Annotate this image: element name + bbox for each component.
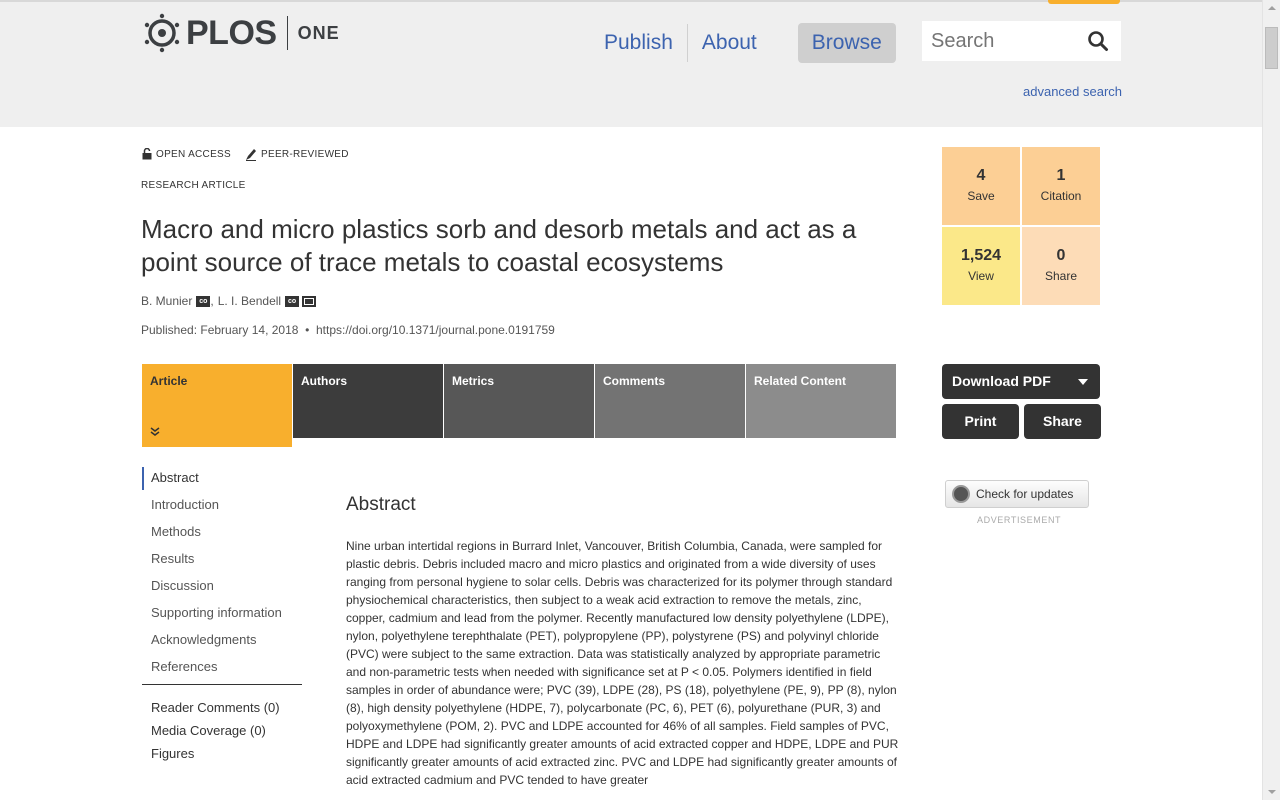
section-nav-acknowledgments[interactable]: Acknowledgments	[142, 629, 302, 656]
author-list: B. Munier co , L. I. Bendell co	[141, 294, 317, 308]
tab-comments[interactable]: Comments	[595, 364, 745, 438]
search-input[interactable]	[922, 21, 1081, 61]
peer-reviewed-label: PEER-REVIEWED	[261, 148, 349, 160]
email-icon[interactable]	[302, 295, 317, 307]
section-nav: Abstract Introduction Methods Results Di…	[142, 467, 302, 766]
search-box	[922, 21, 1121, 61]
section-nav-methods[interactable]: Methods	[142, 521, 302, 548]
tab-authors[interactable]: Authors	[293, 364, 443, 438]
plos-logo-icon	[144, 13, 180, 53]
metric-citation[interactable]: 1 Citation	[1022, 147, 1100, 225]
plos-one-logo[interactable]: PLOS ONE	[142, 13, 340, 53]
metric-share-label: Share	[1044, 269, 1078, 283]
corresponding-badge[interactable]: co	[196, 295, 211, 307]
crossmark-icon	[952, 485, 970, 503]
peer-reviewed-badge: PEER-REVIEWED	[245, 147, 349, 161]
abstract-heading: Abstract	[346, 494, 416, 515]
scroll-down-arrow-icon[interactable]	[1263, 783, 1280, 800]
section-nav-references[interactable]: References	[142, 656, 302, 683]
metric-share[interactable]: 0 Share	[1022, 227, 1100, 305]
published-date: Published: February 14, 2018	[141, 323, 299, 337]
open-access-label: OPEN ACCESS	[156, 148, 231, 160]
metric-citation-label: Citation	[1040, 189, 1082, 203]
metric-view-label: View	[968, 269, 994, 283]
metric-save-value: 4	[976, 167, 986, 184]
article-tabs: Article Authors Metrics Comments Related…	[142, 364, 897, 447]
site-header: PLOS ONE Publish About Browse advanced s…	[0, 0, 1262, 127]
download-pdf-label: Download PDF	[952, 373, 1051, 389]
advanced-search-link[interactable]: advanced search	[1023, 84, 1122, 99]
share-button[interactable]: Share	[1024, 404, 1101, 439]
section-nav-discussion[interactable]: Discussion	[142, 575, 302, 602]
media-coverage-link[interactable]: Media Coverage (0)	[142, 720, 302, 743]
orange-accent-tab	[1048, 0, 1120, 4]
metric-save[interactable]: 4 Save	[942, 147, 1020, 225]
reader-comments-link[interactable]: Reader Comments (0)	[142, 697, 302, 720]
metric-view-value: 1,524	[960, 247, 1002, 264]
download-pdf-button[interactable]: Download PDF	[942, 364, 1100, 399]
metric-save-label: Save	[967, 189, 995, 203]
chevron-down-icon[interactable]	[1078, 379, 1088, 385]
open-access-badge: OPEN ACCESS	[142, 148, 231, 160]
publication-info: Published: February 14, 2018 • https://d…	[141, 323, 555, 337]
bullet-separator: •	[301, 323, 313, 337]
corresponding-badge[interactable]: co	[285, 295, 300, 307]
tab-article-label: Article	[150, 374, 188, 388]
scrollbar-thumb[interactable]	[1265, 27, 1278, 69]
search-icon[interactable]	[1087, 30, 1109, 52]
advertisement-label: ADVERTISEMENT	[977, 515, 1062, 525]
metric-share-value: 0	[1056, 247, 1066, 264]
nav-about[interactable]: About	[688, 22, 771, 64]
check-for-updates-button[interactable]: Check for updates	[945, 480, 1089, 508]
abstract-text: Nine urban intertidal regions in Burrard…	[346, 539, 899, 787]
article-title: Macro and micro plastics sorb and desorb…	[141, 214, 857, 277]
main-nav: Publish About Browse	[590, 22, 896, 64]
section-nav-introduction[interactable]: Introduction	[142, 494, 302, 521]
logo-one-text: ONE	[297, 22, 340, 43]
double-chevron-down-icon	[150, 427, 160, 439]
article-badges: OPEN ACCESS PEER-REVIEWED	[142, 147, 363, 161]
article-metrics: 4 Save 1 Citation 1,524 View 0 Share	[942, 147, 1101, 306]
section-nav-supporting-information[interactable]: Supporting information	[142, 602, 302, 629]
author-link[interactable]: L. I. Bendell	[218, 294, 281, 308]
tab-article[interactable]: Article	[142, 364, 292, 447]
tab-related-content[interactable]: Related Content	[746, 364, 896, 438]
section-nav-results[interactable]: Results	[142, 548, 302, 575]
metric-citation-value: 1	[1056, 167, 1066, 184]
article-type: RESEARCH ARTICLE	[141, 180, 246, 191]
peer-reviewed-icon	[246, 149, 256, 161]
logo-divider	[286, 16, 288, 50]
figures-link[interactable]: Figures	[142, 743, 302, 766]
check-for-updates-label: Check for updates	[976, 487, 1074, 501]
section-nav-abstract[interactable]: Abstract	[142, 467, 302, 490]
print-button[interactable]: Print	[942, 404, 1019, 439]
doi-link[interactable]: https://doi.org/10.1371/journal.pone.019…	[316, 323, 555, 337]
author-separator: ,	[210, 294, 214, 308]
unlock-icon	[142, 148, 152, 160]
nav-publish[interactable]: Publish	[590, 22, 687, 64]
metric-view[interactable]: 1,524 View	[942, 227, 1020, 305]
scroll-up-arrow-icon[interactable]	[1263, 0, 1280, 17]
tab-metrics[interactable]: Metrics	[444, 364, 594, 438]
section-nav-divider	[142, 684, 302, 685]
nav-browse[interactable]: Browse	[797, 23, 896, 63]
author-link[interactable]: B. Munier	[141, 294, 192, 308]
logo-plos-text: PLOS	[186, 13, 277, 52]
vertical-scrollbar[interactable]	[1262, 0, 1280, 800]
